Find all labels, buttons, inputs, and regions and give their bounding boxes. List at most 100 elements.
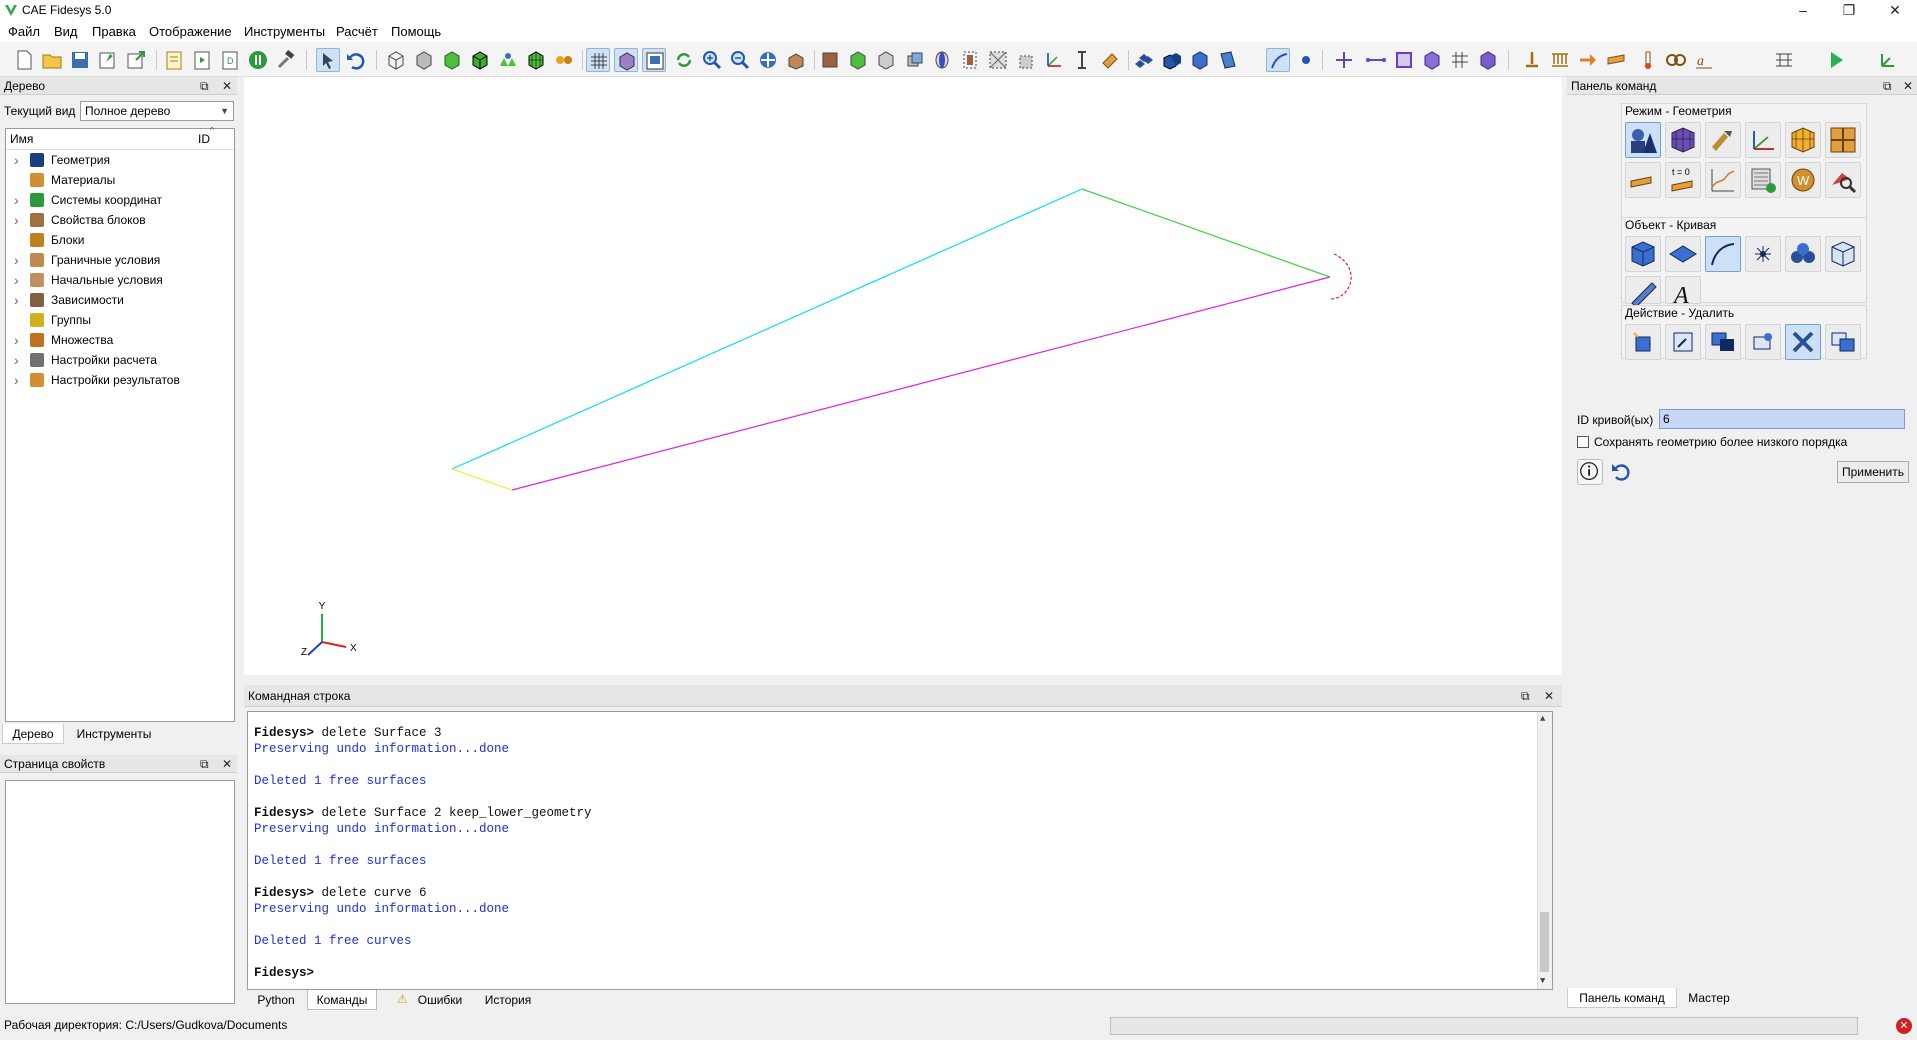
view-front-icon[interactable] bbox=[818, 48, 842, 72]
scroll-up-icon[interactable]: ▲ bbox=[1540, 714, 1545, 724]
export-icon[interactable] bbox=[124, 48, 148, 72]
mode-mesh-button[interactable] bbox=[1665, 122, 1701, 158]
edge-icon[interactable] bbox=[1364, 48, 1388, 72]
mode-sets-button[interactable] bbox=[1825, 122, 1861, 158]
expand-arrow-icon[interactable]: › bbox=[14, 290, 19, 310]
mode-blocks-button[interactable] bbox=[1785, 122, 1821, 158]
scroll-down-icon[interactable]: ▼ bbox=[1540, 976, 1545, 986]
tab-history[interactable]: История bbox=[473, 990, 543, 1010]
face-icon[interactable] bbox=[1392, 48, 1416, 72]
expand-arrow-icon[interactable]: › bbox=[14, 370, 19, 390]
tree-item[interactable]: › Зависимости bbox=[6, 290, 234, 310]
record-script-icon[interactable]: D bbox=[218, 48, 242, 72]
view-section-icon[interactable] bbox=[930, 48, 954, 72]
results-icon[interactable] bbox=[1876, 48, 1900, 72]
curve-cyan[interactable] bbox=[451, 188, 1083, 470]
blocks-icon[interactable] bbox=[1132, 48, 1156, 72]
close-button[interactable]: ✕ bbox=[1872, 0, 1917, 22]
action-create-button[interactable] bbox=[1625, 324, 1661, 360]
tree-item[interactable]: › Свойства блоков bbox=[6, 210, 234, 230]
view-right-icon[interactable] bbox=[902, 48, 926, 72]
float-panel-icon[interactable]: ⧉ bbox=[1883, 77, 1892, 95]
polygon-select-icon[interactable] bbox=[1014, 48, 1038, 72]
tools-hammer-icon[interactable] bbox=[274, 48, 298, 72]
action-modify-button[interactable] bbox=[1665, 324, 1701, 360]
curve-yellow[interactable] bbox=[451, 468, 513, 491]
pressure-icon[interactable] bbox=[1604, 48, 1628, 72]
tab-python[interactable]: Python bbox=[247, 990, 305, 1010]
shaded-edges-cube-icon[interactable] bbox=[468, 48, 492, 72]
perspective-icon[interactable] bbox=[614, 48, 638, 72]
element-icon[interactable] bbox=[1476, 48, 1500, 72]
pan-icon[interactable] bbox=[756, 48, 780, 72]
graphics-viewport[interactable]: Y X Z bbox=[244, 77, 1562, 675]
play-script-icon[interactable] bbox=[190, 48, 214, 72]
menu-display[interactable]: Отображение bbox=[149, 24, 232, 39]
current-view-select[interactable]: Полное дерево ▼ bbox=[80, 101, 234, 121]
clip-plane-icon[interactable] bbox=[958, 48, 982, 72]
box-select-icon[interactable] bbox=[986, 48, 1010, 72]
save-as-icon[interactable] bbox=[96, 48, 120, 72]
undo-icon[interactable] bbox=[344, 48, 368, 72]
mode-coordinates-button[interactable] bbox=[1745, 122, 1781, 158]
save-icon[interactable] bbox=[68, 48, 92, 72]
zoom-out-icon[interactable] bbox=[728, 48, 752, 72]
tree-item[interactable]: Блоки bbox=[6, 230, 234, 250]
mesh-grid-icon[interactable] bbox=[1448, 48, 1472, 72]
run-calculation-icon[interactable] bbox=[1824, 48, 1848, 72]
apply-button[interactable]: Применить bbox=[1837, 461, 1909, 483]
object-body-button[interactable] bbox=[1825, 236, 1861, 272]
mode-results-button[interactable]: W bbox=[1785, 162, 1821, 198]
float-panel-icon[interactable]: ⧉ bbox=[1521, 685, 1530, 707]
fit-view-icon[interactable] bbox=[784, 48, 808, 72]
text-annotation-icon[interactable]: a bbox=[1692, 48, 1716, 72]
command-scrollbar[interactable]: ▲ ▼ bbox=[1537, 712, 1552, 989]
tree-item[interactable]: › Геометрия bbox=[6, 150, 234, 170]
expand-arrow-icon[interactable]: › bbox=[14, 210, 19, 230]
menu-edit[interactable]: Правка bbox=[92, 24, 136, 39]
rotate-icon[interactable] bbox=[672, 48, 696, 72]
curve-green[interactable] bbox=[1081, 188, 1331, 278]
object-curve-button[interactable] bbox=[1705, 236, 1741, 272]
menu-help[interactable]: Помощь bbox=[391, 24, 441, 39]
new-file-icon[interactable] bbox=[12, 48, 36, 72]
float-panel-icon[interactable]: ⧉ bbox=[200, 755, 209, 773]
action-delete-button[interactable] bbox=[1785, 324, 1821, 360]
close-panel-icon[interactable]: ✕ bbox=[1903, 77, 1913, 95]
tab-commands[interactable]: Команды bbox=[307, 990, 377, 1010]
pause-icon[interactable] bbox=[246, 48, 270, 72]
object-surface-button[interactable] bbox=[1665, 236, 1701, 272]
force-icon[interactable] bbox=[1576, 48, 1600, 72]
contact-icon[interactable] bbox=[1664, 48, 1688, 72]
mode-boundary-conditions-button[interactable] bbox=[1625, 162, 1661, 198]
expand-arrow-icon[interactable]: › bbox=[14, 150, 19, 170]
expand-arrow-icon[interactable]: › bbox=[14, 350, 19, 370]
menu-file[interactable]: Файл bbox=[8, 24, 40, 39]
tree-item[interactable]: › Настройки результатов bbox=[6, 370, 234, 390]
geometry-canvas[interactable]: Y X Z bbox=[244, 77, 1562, 675]
shaded-cube-icon[interactable] bbox=[440, 48, 464, 72]
temperature-icon[interactable] bbox=[1636, 48, 1660, 72]
command-output[interactable]: Fidesys> delete Surface 3 Preserving undo… bbox=[247, 711, 1553, 990]
open-folder-icon[interactable] bbox=[40, 48, 64, 72]
mode-postprocessing-button[interactable] bbox=[1825, 162, 1861, 198]
keep-lower-checkbox[interactable] bbox=[1577, 436, 1589, 448]
view-iso-icon[interactable] bbox=[846, 48, 870, 72]
surface-icon[interactable] bbox=[1216, 48, 1240, 72]
distributed-load-icon[interactable] bbox=[1548, 48, 1572, 72]
curve-icon[interactable] bbox=[1266, 48, 1290, 72]
curve-id-input[interactable]: 6 bbox=[1659, 409, 1905, 429]
close-panel-icon[interactable]: ✕ bbox=[222, 755, 232, 773]
curve-magenta[interactable] bbox=[511, 276, 1331, 491]
reset-button[interactable] bbox=[1609, 459, 1635, 485]
menu-view[interactable]: Вид bbox=[54, 24, 78, 39]
menu-calculation[interactable]: Расчёт bbox=[336, 24, 378, 39]
object-measure-button[interactable] bbox=[1625, 276, 1661, 308]
column-name[interactable]: Имя bbox=[10, 132, 33, 146]
mesh-cube-icon[interactable] bbox=[524, 48, 548, 72]
render-settings-icon[interactable] bbox=[552, 48, 576, 72]
float-panel-icon[interactable]: ⧉ bbox=[200, 77, 209, 95]
coordinate-axes-icon[interactable] bbox=[1042, 48, 1066, 72]
volume-icon[interactable] bbox=[1188, 48, 1212, 72]
vertex-icon[interactable] bbox=[1294, 48, 1318, 72]
